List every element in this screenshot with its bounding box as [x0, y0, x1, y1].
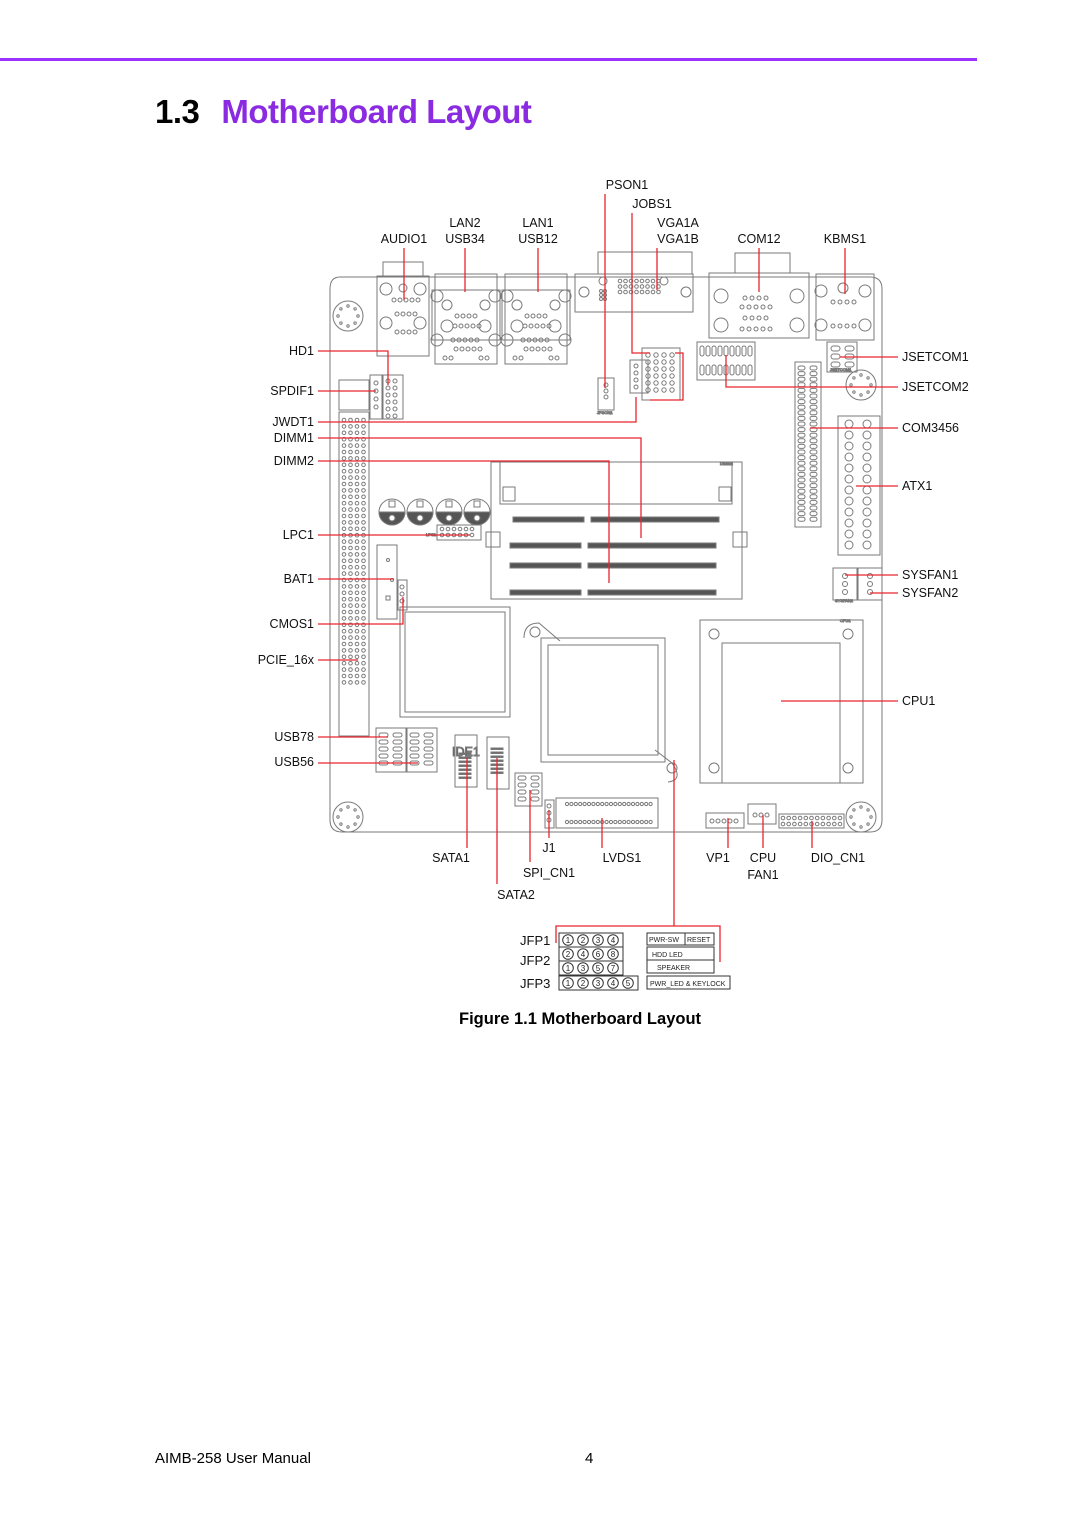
mount-hole-bottom-left [332, 801, 364, 833]
label-usb56: USB56 [274, 755, 314, 769]
label-jsetcom2: JSETCOM2 [902, 380, 969, 394]
jwdt1-header [629, 359, 649, 394]
jfp2-label: JFP2 [520, 953, 550, 968]
mount-hole-right [845, 369, 877, 401]
label-lvds1: LVDS1 [603, 851, 642, 865]
footer-manual-title: AIMB-258 User Manual [155, 1450, 311, 1467]
jfp2-top-pin-number: 8 [611, 950, 616, 959]
jfp1-pin-number: 3 [596, 936, 601, 945]
label-bat1: BAT1 [284, 572, 314, 586]
sysfan2-connector [857, 567, 883, 601]
label-jwdt1: JWDT1 [272, 415, 314, 429]
capacitor [406, 498, 434, 526]
mount-hole-bottom-right [845, 801, 877, 833]
label-spdif1: SPDIF1 [270, 384, 314, 398]
label-j1: J1 [542, 841, 555, 855]
sata2-connector [486, 736, 510, 790]
label-audio1: AUDIO1 [381, 232, 428, 246]
jfp2-top-pin-number: 4 [581, 950, 586, 959]
label-com3456: COM3456 [902, 421, 959, 435]
motherboard-diagram: JSETCOM1JPSON1SYSFAN2DIMM2LPC1CPU1IDE1 A… [258, 178, 969, 991]
jfp3-pin-number: 2 [581, 979, 586, 988]
jfp2-bottom-pin-number: 7 [611, 964, 616, 973]
label-lan2-usb34: LAN2 [449, 216, 480, 230]
reset-label: RESET [687, 937, 711, 944]
jfp2-bottom-pin-number: 1 [566, 964, 571, 973]
jfp1-pin-number: 1 [566, 936, 571, 945]
label-dimm2: DIMM2 [274, 454, 314, 468]
label-atx1: ATX1 [902, 479, 932, 493]
bat1-holder [376, 544, 398, 620]
hdd-led-label: HDD LED [652, 952, 683, 959]
label-vp1: VP1 [706, 851, 730, 865]
capacitor [435, 498, 463, 526]
sysfan-silk: SYSFAN2 [835, 598, 854, 603]
northbridge-heatsink [523, 622, 678, 783]
label-sysfan1: SYSFAN1 [902, 568, 958, 582]
cpufan1-connector [747, 803, 777, 825]
leader-cmos1 [318, 597, 404, 625]
southbridge-chip [399, 606, 511, 718]
mount-hole-top-left [332, 300, 364, 332]
label-lpc1: LPC1 [283, 528, 314, 542]
jfp3-pin-number: 5 [626, 979, 631, 988]
sysfan1-connector [832, 567, 858, 601]
label-lan1-usb12: LAN1 [522, 216, 553, 230]
jfp2-bottom-pin-number: 5 [596, 964, 601, 973]
label-cmos1: CMOS1 [270, 617, 315, 631]
label-usb78: USB78 [274, 730, 314, 744]
label-jobs1: JOBS1 [632, 197, 672, 211]
dimm-sockets [485, 461, 748, 600]
jfp2-top-pin-number: 2 [566, 950, 571, 959]
cpu1-silk: CPU1 [840, 618, 851, 623]
speaker-label: SPEAKER [657, 965, 690, 972]
pwr-led-keylock-label: PWR_LED & KEYLOCK [650, 981, 726, 988]
pcie-slot-cap [338, 379, 370, 411]
dimm2-silk: DIMM2 [720, 461, 734, 466]
jfp1-pin-number: 4 [611, 936, 616, 945]
jfp3-pin-number: 4 [611, 979, 616, 988]
label-lan1-usb12: USB12 [518, 232, 558, 246]
label-pcie-16x: PCIE_16x [258, 653, 315, 667]
label-cpufan1: FAN1 [747, 868, 778, 882]
label-sysfan2: SYSFAN2 [902, 586, 958, 600]
pson1-silk: JPSON1 [597, 410, 613, 415]
figure-caption: Figure 1.1 Motherboard Layout [459, 1010, 702, 1028]
label-dimm1: DIMM1 [274, 431, 314, 445]
jfp2-top-pin-number: 6 [596, 950, 601, 959]
label-vga1: VGA1A [657, 216, 699, 230]
label-cpufan1: CPU [750, 851, 776, 865]
label-com12: COM12 [737, 232, 780, 246]
jfp3-pin-number: 3 [596, 979, 601, 988]
lan1-usb12-connector [500, 273, 572, 365]
footer-page-number: 4 [585, 1450, 594, 1467]
label-cpu1: CPU1 [902, 694, 935, 708]
label-spi-cn1: SPI_CN1 [523, 866, 575, 880]
board-outline [329, 276, 883, 833]
label-pson1: PSON1 [606, 178, 648, 192]
ide1-label: IDE1 [452, 745, 480, 759]
vga-connector [574, 251, 694, 313]
jfp3-label: JFP3 [520, 976, 550, 991]
label-dio-cn1: DIO_CN1 [811, 851, 865, 865]
label-hd1: HD1 [289, 344, 314, 358]
label-vga1: VGA1B [657, 232, 699, 246]
jfp1-label: JFP1 [520, 933, 550, 948]
label-sata1: SATA1 [432, 851, 470, 865]
jfp2-bottom-pin-number: 3 [581, 964, 586, 973]
lan2-usb34-connector [430, 273, 502, 365]
jfp1-pin-number: 2 [581, 936, 586, 945]
pwr-sw-label: PWR-SW [649, 937, 679, 944]
capacitor [463, 498, 491, 526]
label-sata2: SATA2 [497, 888, 535, 902]
jsetcom1-silk: JSETCOM1 [830, 367, 852, 372]
jfp3-pin-number: 1 [566, 979, 571, 988]
label-kbms1: KBMS1 [824, 232, 866, 246]
label-jsetcom1: JSETCOM1 [902, 350, 969, 364]
label-lan2-usb34: USB34 [445, 232, 485, 246]
capacitor [378, 498, 406, 526]
